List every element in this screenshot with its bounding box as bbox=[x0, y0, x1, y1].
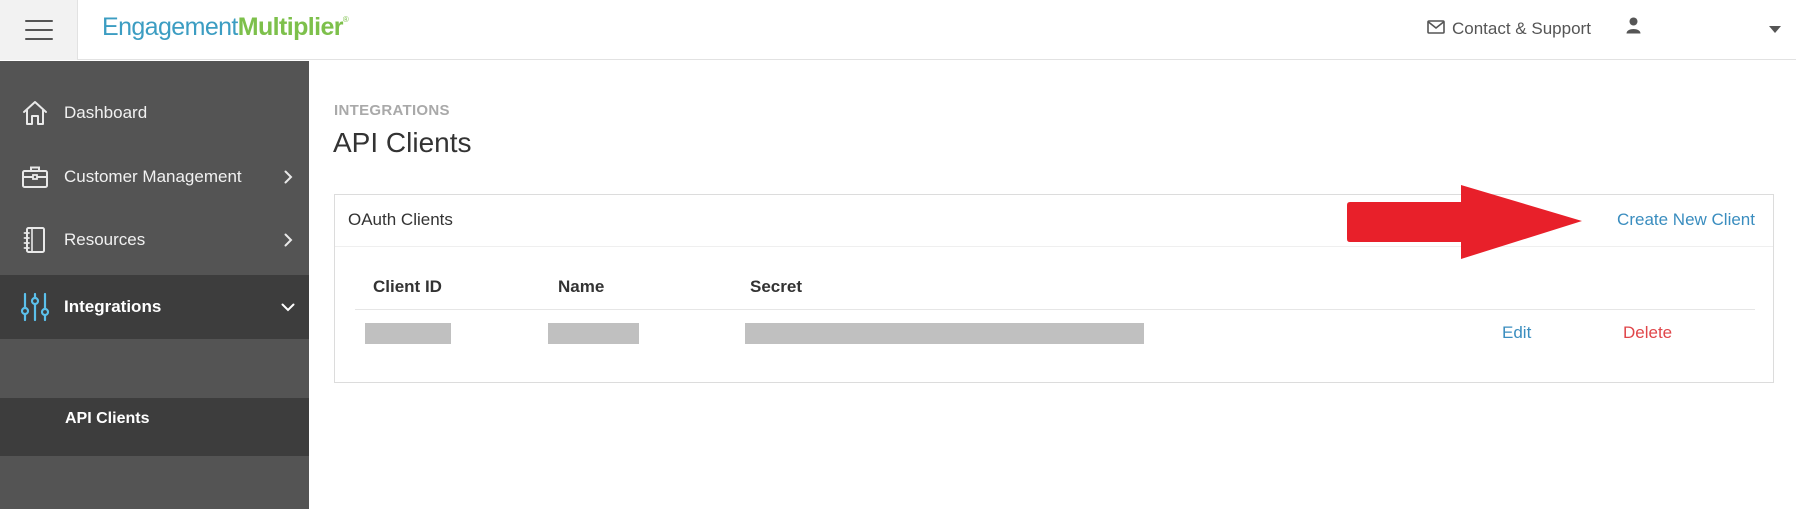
user-icon bbox=[1626, 17, 1641, 39]
page-title: API Clients bbox=[333, 127, 472, 158]
hamburger-icon bbox=[24, 20, 53, 40]
sidebar-submenu: API Clients bbox=[0, 398, 309, 456]
annotation-arrow-icon bbox=[1347, 185, 1582, 259]
menu-toggle-button[interactable] bbox=[0, 0, 78, 60]
column-header-name: Name bbox=[558, 277, 605, 296]
edit-client-link[interactable]: Edit bbox=[1502, 323, 1531, 343]
envelope-icon bbox=[1427, 19, 1445, 39]
logo-text-engagement: Engagement bbox=[102, 13, 238, 41]
panel-title: OAuth Clients bbox=[348, 210, 453, 229]
sidebar-item-resources[interactable]: Resources bbox=[0, 208, 309, 272]
sidebar-item-customer-management[interactable]: Customer Management bbox=[0, 145, 309, 209]
user-menu-button[interactable] bbox=[1626, 16, 1641, 40]
logo-text-multiplier: Multiplier bbox=[237, 13, 344, 41]
sidebar: Dashboard Customer Management Resources … bbox=[0, 61, 309, 509]
redacted-client-id bbox=[365, 323, 451, 344]
chevron-right-icon bbox=[280, 169, 296, 185]
sidebar-item-label: Resources bbox=[64, 230, 146, 249]
sliders-icon bbox=[20, 292, 50, 322]
column-header-client-id: Client ID bbox=[373, 277, 442, 296]
sidebar-item-dashboard[interactable]: Dashboard bbox=[0, 81, 309, 145]
home-icon bbox=[20, 98, 50, 128]
top-bar: EngagementMultiplier® Contact & Support bbox=[0, 0, 1796, 60]
sidebar-item-integrations[interactable]: Integrations bbox=[0, 275, 309, 339]
chevron-right-icon bbox=[280, 232, 296, 248]
table-header-divider bbox=[355, 309, 1755, 310]
chevron-down-icon bbox=[280, 299, 296, 315]
redacted-secret bbox=[745, 323, 1144, 344]
notebook-icon bbox=[20, 225, 50, 255]
contact-support-link[interactable]: Contact & Support bbox=[1427, 17, 1591, 41]
contact-support-label: Contact & Support bbox=[1452, 19, 1591, 38]
create-new-client-link[interactable]: Create New Client bbox=[1617, 210, 1755, 230]
breadcrumb[interactable]: INTEGRATIONS bbox=[334, 102, 450, 119]
delete-client-link[interactable]: Delete bbox=[1623, 323, 1672, 343]
brand-logo[interactable]: EngagementMultiplier® bbox=[102, 13, 349, 42]
sidebar-item-label: Customer Management bbox=[64, 167, 242, 186]
sidebar-item-label: Integrations bbox=[64, 297, 162, 316]
sidebar-subitem-api-clients[interactable]: API Clients bbox=[65, 410, 149, 428]
redacted-name bbox=[548, 323, 639, 344]
chevron-down-icon[interactable] bbox=[1766, 21, 1784, 37]
registered-mark: ® bbox=[342, 15, 349, 24]
column-header-secret: Secret bbox=[750, 277, 802, 296]
sidebar-item-label: Dashboard bbox=[64, 103, 148, 122]
briefcase-icon bbox=[20, 162, 50, 192]
